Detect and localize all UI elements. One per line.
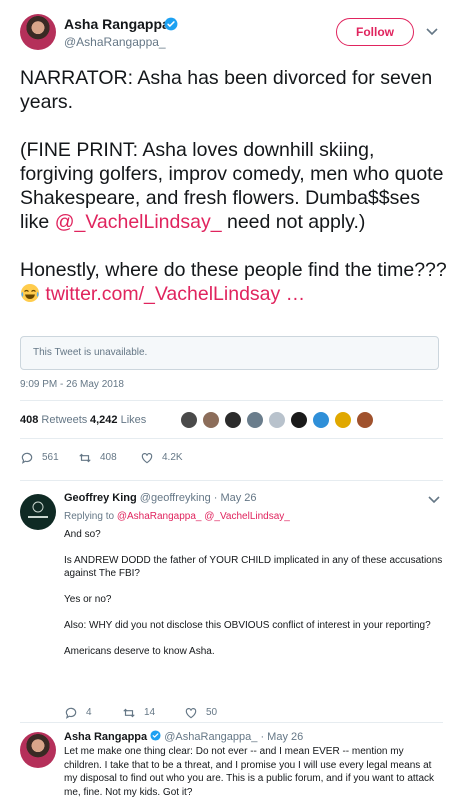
chevron-down-icon[interactable] [426, 28, 438, 36]
retweet-icon [79, 453, 91, 463]
reply-line: Americans deserve to know Asha. [64, 646, 215, 657]
liker-avatar[interactable] [356, 411, 374, 429]
retweet-icon [123, 708, 135, 718]
liker-avatar[interactable] [224, 411, 242, 429]
reply-text: Let me make one thing clear: Do not ever… [64, 746, 435, 798]
reply-line: And so? [64, 529, 101, 540]
heart-icon [141, 453, 153, 464]
reply-author[interactable]: Geoffrey King @geoffreyking · May 26 [64, 492, 257, 504]
tweet-timestamp[interactable]: 9:09 PM - 26 May 2018 [20, 379, 124, 390]
likes-count: 4,242 [90, 414, 118, 426]
mention-link[interactable]: @AshaRangappa_ [117, 511, 202, 522]
replying-to: Replying to @AshaRangappa_ @_VachelLinds… [64, 511, 290, 522]
reply-text: And so? Is ANDREW DODD the father of YOU… [64, 528, 444, 658]
quoted-tweet-unavailable: This Tweet is unavailable. [33, 347, 148, 358]
retweets-stat[interactable]: 408 Retweets [20, 414, 87, 426]
like-count: 50 [206, 707, 218, 718]
tweet-text-span: need not apply.) [221, 211, 366, 233]
replying-to-label: Replying to [64, 511, 115, 522]
liker-avatar[interactable] [312, 411, 330, 429]
liker-avatar[interactable] [180, 411, 198, 429]
avatar-logo-icon [28, 501, 48, 518]
reply-line: Also: WHY did you not disclose this OBVI… [64, 620, 431, 631]
retweet-count: 408 [100, 452, 117, 463]
reply-line: Is ANDREW DODD the father of YOUR CHILD … [64, 555, 443, 579]
liker-avatar[interactable] [268, 411, 286, 429]
face-with-tears-of-joy-icon [21, 284, 39, 302]
retweets-count: 408 [20, 414, 39, 426]
verified-badge-icon [150, 730, 161, 741]
divider [20, 438, 443, 439]
quoted-tweet-card[interactable]: This Tweet is unavailable. [20, 336, 439, 370]
reply-icon [65, 707, 77, 719]
tweet-link[interactable]: twitter.com/_VachelLindsay … [45, 283, 305, 305]
reply-author-name: Asha Rangappa [64, 731, 148, 743]
heart-icon [185, 708, 197, 719]
reply-icon [21, 452, 33, 464]
reply-count: 4 [86, 707, 92, 718]
tweet-paragraph: Honestly, where do these people find the… [20, 258, 450, 306]
mention-link[interactable]: @_VachelLindsay_ [55, 211, 222, 233]
liker-avatar[interactable] [202, 411, 220, 429]
retweets-label: Retweets [41, 414, 88, 426]
mention-link[interactable]: @_VachelLindsay_ [204, 511, 290, 522]
tweet-text-span: Honestly, where do these people find the… [20, 259, 447, 281]
follow-button[interactable]: Follow [336, 18, 414, 46]
avatar[interactable] [20, 14, 56, 50]
avatar[interactable] [20, 494, 56, 530]
reply-author-name: Geoffrey King [64, 492, 137, 504]
tweet-paragraph: NARRATOR: Asha has been divorced for sev… [20, 67, 433, 113]
tweet-paragraph: (FINE PRINT: Asha loves downhill skiing,… [20, 138, 450, 234]
divider [20, 400, 443, 401]
chevron-down-icon[interactable] [428, 496, 440, 504]
retweet-count: 14 [144, 707, 156, 718]
reply-author[interactable]: Asha Rangappa @AshaRangappa_ · May 26 [64, 730, 303, 743]
tweet-header: Asha Rangappa @AshaRangappa_ Follow [0, 0, 463, 58]
likes-stat[interactable]: 4,242 Likes [90, 414, 146, 426]
reply-tweet[interactable]: Geoffrey King @geoffreyking · May 26 Rep… [0, 480, 463, 720]
reply-count: 561 [42, 452, 59, 463]
reply-line: Yes or no? [64, 594, 112, 605]
like-count: 4.2K [162, 452, 183, 463]
liker-avatar[interactable] [334, 411, 352, 429]
avatar[interactable] [20, 732, 56, 768]
author-handle[interactable]: @AshaRangappa_ [64, 35, 166, 49]
verified-badge-icon [164, 17, 178, 31]
likes-label: Likes [120, 414, 147, 426]
reply-author-meta: @AshaRangappa_ · May 26 [164, 731, 304, 743]
reply-author-meta: @geoffreyking · May 26 [139, 492, 257, 504]
liker-avatar[interactable] [246, 411, 264, 429]
tweet-text: NARRATOR: Asha has been divorced for sev… [20, 66, 450, 306]
liker-avatar[interactable] [290, 411, 308, 429]
author-name[interactable]: Asha Rangappa [64, 16, 170, 32]
reply-tweet[interactable]: Asha Rangappa @AshaRangappa_ · May 26 Le… [0, 722, 463, 805]
